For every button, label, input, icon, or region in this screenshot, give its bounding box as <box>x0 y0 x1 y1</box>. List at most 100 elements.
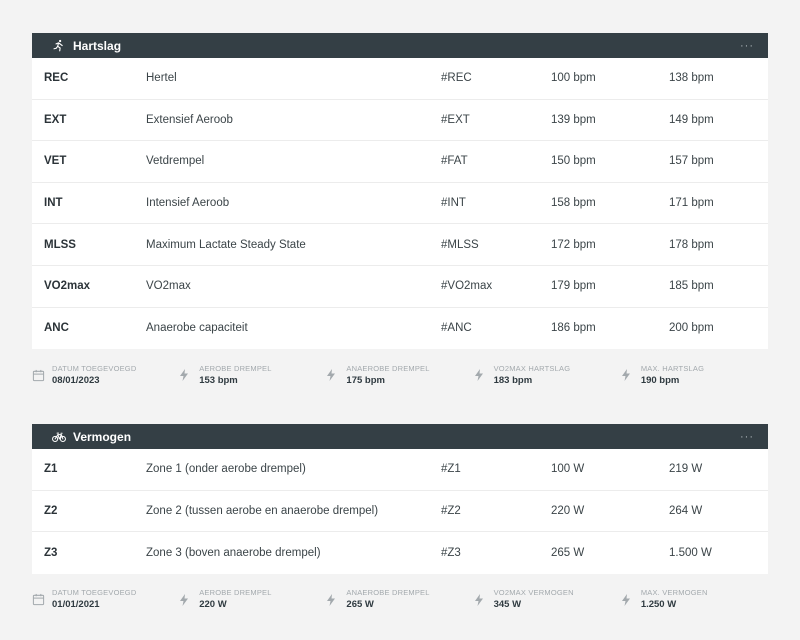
zone-code: INT <box>44 197 63 210</box>
zone-min: 179 bpm <box>551 280 596 293</box>
zone-name: Intensief Aeroob <box>146 197 230 210</box>
running-person-icon <box>52 39 66 53</box>
zone-max: 171 bpm <box>669 197 714 210</box>
zone-tag: #Z1 <box>441 463 461 476</box>
bolt-icon <box>474 593 494 606</box>
table-row: VO2max VO2max #VO2max 179 bpm 185 bpm <box>32 266 768 308</box>
zone-name: Zone 2 (tussen aerobe en anaerobe drempe… <box>146 504 379 517</box>
calendar-icon <box>32 369 52 382</box>
zone-max: 178 bpm <box>669 238 714 251</box>
zone-min: 265 W <box>551 546 585 559</box>
panel-header: Hartslag ··· <box>32 33 768 58</box>
zone-max: 219 W <box>669 463 703 476</box>
panel-title: Hartslag <box>73 38 122 53</box>
stat-aerobic-threshold: Aerobe drempel 220 W <box>179 588 326 611</box>
table-row: Z1 Zone 1 (onder aerobe drempel) #Z1 100… <box>32 449 768 491</box>
table-row: EXT Extensief Aeroob #EXT 139 bpm 149 bp… <box>32 100 768 142</box>
summary-bar: Datum toegevoegd 01/01/2021 Aerobe dremp… <box>32 574 768 626</box>
table-row: INT Intensief Aeroob #INT 158 bpm 171 bp… <box>32 183 768 225</box>
stat-label: Aerobe drempel <box>199 588 272 598</box>
bolt-icon <box>326 369 346 382</box>
zone-table: REC Hertel #REC 100 bpm 138 bpm EXT Exte… <box>32 58 768 350</box>
zone-tag: #REC <box>441 72 472 85</box>
zone-code: VET <box>44 155 67 168</box>
zone-code: Z2 <box>44 504 58 517</box>
table-row: REC Hertel #REC 100 bpm 138 bpm <box>32 58 768 100</box>
zone-name: Maximum Lactate Steady State <box>146 238 306 251</box>
panel-title: Vermogen <box>73 429 132 444</box>
zone-tag: #EXT <box>441 113 470 126</box>
table-row: Z3 Zone 3 (boven anaerobe drempel) #Z3 2… <box>32 532 768 574</box>
stat-vo2max: VO2max vermogen 345 W <box>474 588 621 611</box>
table-row: ANC Anaerobe capaciteit #ANC 186 bpm 200… <box>32 308 768 350</box>
bolt-icon <box>621 593 641 606</box>
zone-table: Z1 Zone 1 (onder aerobe drempel) #Z1 100… <box>32 449 768 574</box>
stat-value: 153 bpm <box>199 374 238 386</box>
zone-tag: #Z3 <box>441 546 461 559</box>
zone-name: Hertel <box>146 72 177 85</box>
zone-code: Z3 <box>44 546 58 559</box>
stat-vo2max: VO2max hartslag 183 bpm <box>474 364 621 387</box>
power-panel: Vermogen ··· Z1 Zone 1 (onder aerobe dre… <box>32 424 768 626</box>
zone-max: 200 bpm <box>669 322 714 335</box>
stat-value: 08/01/2023 <box>52 374 100 386</box>
zone-code: MLSS <box>44 238 76 251</box>
table-row: VET Vetdrempel #FAT 150 bpm 157 bpm <box>32 141 768 183</box>
stat-anaerobic-threshold: Anaerobe drempel 265 W <box>326 588 473 611</box>
stat-value: 190 bpm <box>640 374 680 386</box>
stat-label: VO2max hartslag <box>493 363 571 373</box>
zone-tag: #ANC <box>441 322 472 335</box>
bolt-icon <box>179 369 199 382</box>
panel-header: Vermogen ··· <box>32 424 768 449</box>
zone-min: 100 bpm <box>551 72 596 85</box>
zone-name: VO2max <box>146 280 191 293</box>
zone-min: 172 bpm <box>551 238 596 251</box>
stat-label: Max. hartslag <box>640 363 705 373</box>
stat-date-added: Datum toegevoegd 08/01/2023 <box>32 364 179 387</box>
zone-min: 220 W <box>551 504 585 517</box>
zone-name: Zone 3 (boven anaerobe drempel) <box>146 546 321 559</box>
zone-code: Z1 <box>44 463 58 476</box>
zone-max: 149 bpm <box>669 113 714 126</box>
table-row: Z2 Zone 2 (tussen aerobe en anaerobe dre… <box>32 491 768 533</box>
bolt-icon <box>179 593 199 606</box>
bolt-icon <box>621 369 641 382</box>
more-options-button[interactable]: ··· <box>736 40 758 52</box>
zone-tag: #INT <box>441 197 466 210</box>
bicycle-icon <box>52 430 66 444</box>
stat-label: Aerobe drempel <box>199 363 272 373</box>
zone-max: 157 bpm <box>669 155 714 168</box>
zone-max: 138 bpm <box>669 72 714 85</box>
stat-max: Max. hartslag 190 bpm <box>621 364 768 387</box>
stat-label: VO2max vermogen <box>493 588 574 598</box>
zone-code: REC <box>44 72 69 85</box>
bolt-icon <box>326 593 346 606</box>
bolt-icon <box>474 369 494 382</box>
stat-label: Datum toegevoegd <box>52 588 137 598</box>
stat-label: Anaerobe drempel <box>346 588 430 598</box>
heart-rate-panel: Hartslag ··· REC Hertel #REC 100 bpm 138… <box>32 33 768 401</box>
zone-name: Zone 1 (onder aerobe drempel) <box>146 463 306 476</box>
stat-anaerobic-threshold: Anaerobe drempel 175 bpm <box>326 364 473 387</box>
zone-name: Vetdrempel <box>146 155 205 168</box>
zone-tag: #VO2max <box>441 280 493 293</box>
stat-label: Max. vermogen <box>640 588 708 598</box>
stat-value: 175 bpm <box>346 374 385 386</box>
zone-min: 158 bpm <box>551 197 596 210</box>
more-options-button[interactable]: ··· <box>736 431 758 443</box>
stat-value: 265 W <box>346 599 374 611</box>
stat-value: 220 W <box>199 599 227 611</box>
zone-min: 186 bpm <box>551 322 596 335</box>
stat-label: Anaerobe drempel <box>346 363 430 373</box>
zone-min: 100 W <box>551 463 585 476</box>
stat-label: Datum toegevoegd <box>52 363 137 373</box>
zone-name: Extensief Aeroob <box>146 113 233 126</box>
zone-tag: #Z2 <box>441 504 461 517</box>
zone-max: 185 bpm <box>669 280 714 293</box>
summary-bar: Datum toegevoegd 08/01/2023 Aerobe dremp… <box>32 349 768 401</box>
zone-tag: #FAT <box>441 155 468 168</box>
calendar-icon <box>32 593 52 606</box>
table-row: MLSS Maximum Lactate Steady State #MLSS … <box>32 224 768 266</box>
zone-name: Anaerobe capaciteit <box>146 322 248 335</box>
zone-code: ANC <box>44 322 69 335</box>
